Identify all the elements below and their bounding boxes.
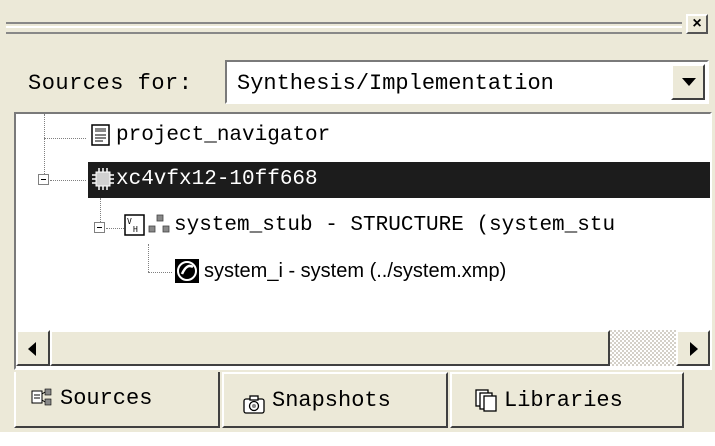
source-tree[interactable]: project_navigator xc4vfx12-10ff668 V H s… [14,112,712,370]
tree-node-label: project_navigator [116,124,331,147]
close-button[interactable]: × [686,14,708,34]
svg-text:H: H [133,225,138,234]
close-icon: × [692,15,702,32]
vhdl-file-icon: V H [124,214,145,236]
tree-line [106,228,126,229]
tab-label: Snapshots [272,388,391,413]
sources-panel: × Sources for: Synthesis/Implementation [0,0,715,446]
tree-line [148,272,172,273]
scroll-right-button[interactable] [676,330,710,366]
tab-label: Sources [60,386,153,411]
chip-icon [92,168,114,190]
xps-project-icon [175,259,199,283]
dropdown-arrow-button[interactable] [671,64,705,100]
tree-line [44,114,45,180]
scrollbar-thumb[interactable] [50,330,610,366]
tree-line [44,138,86,139]
sources-for-label: Sources for: [28,71,193,96]
tab-sources[interactable]: Sources [14,372,220,428]
tree-node-label: system_stub - STRUCTURE (system_stu [174,214,616,237]
camera-icon [243,395,265,414]
document-icon [91,124,110,146]
tree-node-label: system_i - system (../system.xmp) [204,260,507,282]
svg-text:V: V [127,217,132,226]
panel-bottom-edge [0,432,715,446]
tab-libraries[interactable]: Libraries [450,372,684,428]
panel-title-grip[interactable] [6,22,682,34]
sources-for-value: Synthesis/Implementation [237,71,554,96]
vhdl-module-icon [148,214,170,233]
tree-viewport: project_navigator xc4vfx12-10ff668 V H s… [16,114,710,328]
sources-tree-icon [31,388,52,406]
tree-line [148,244,149,272]
horizontal-scrollbar[interactable] [16,330,710,366]
libraries-icon [475,389,497,412]
collapse-toggle[interactable] [94,222,105,233]
sources-for-dropdown[interactable]: Synthesis/Implementation [225,60,709,104]
collapse-toggle[interactable] [38,174,49,185]
tab-snapshots[interactable]: Snapshots [222,372,448,428]
tree-line [50,180,86,181]
scroll-left-button[interactable] [16,330,50,366]
tree-node-label: xc4vfx12-10ff668 [116,168,318,191]
tab-label: Libraries [504,388,623,413]
